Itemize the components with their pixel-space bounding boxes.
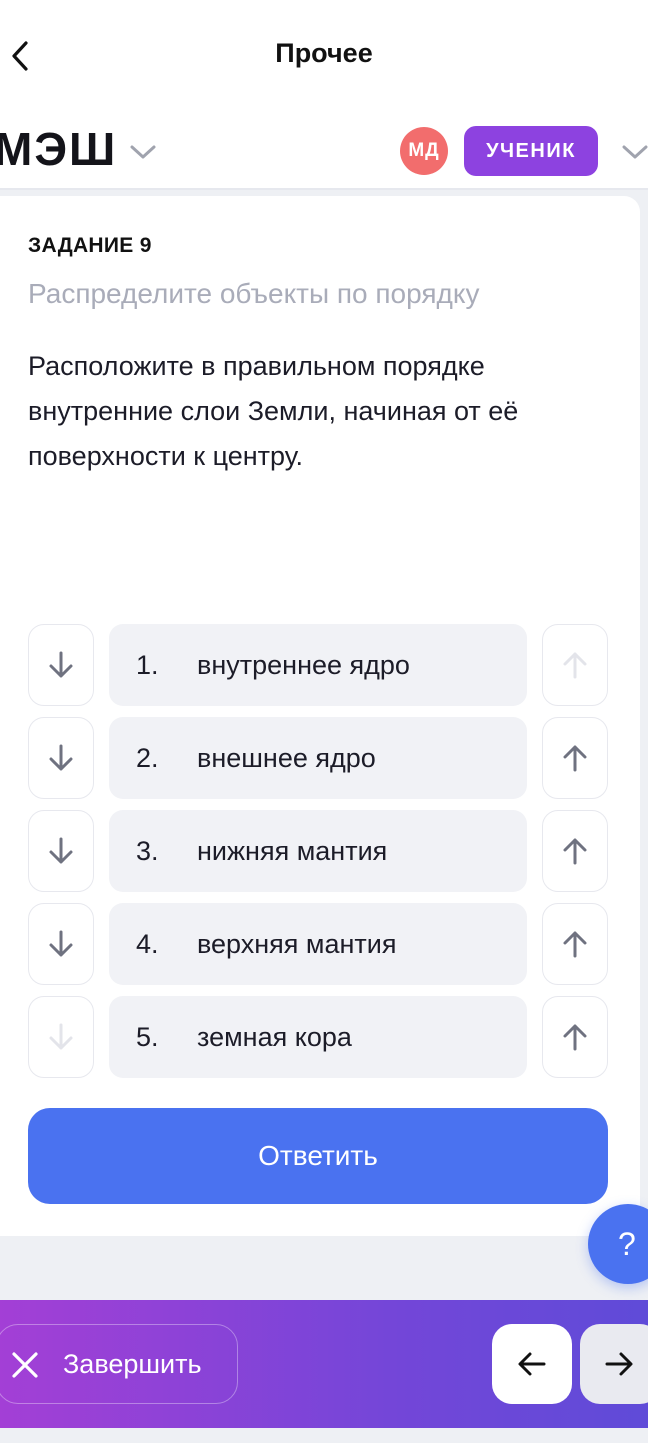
task-number: ЗАДАНИЕ 9: [28, 234, 152, 257]
next-button[interactable]: [580, 1324, 648, 1404]
order-item[interactable]: 4. верхняя мантия: [109, 903, 527, 985]
arrow-down-icon: [49, 744, 73, 771]
chevron-down-icon[interactable]: [128, 140, 158, 164]
order-item-label: нижняя мантия: [197, 835, 388, 866]
move-up-button[interactable]: [542, 903, 608, 985]
arrow-down-icon: [49, 837, 73, 864]
move-up-button[interactable]: [542, 717, 608, 799]
avatar[interactable]: МД: [400, 127, 448, 175]
order-item[interactable]: 1. внутреннее ядро: [109, 624, 527, 706]
move-down-button: [28, 996, 94, 1078]
move-up-button: [542, 624, 608, 706]
arrow-down-icon: [49, 651, 73, 678]
order-item-number: 3.: [136, 835, 159, 866]
order-item-row: 2. внешнее ядро: [28, 717, 608, 799]
arrow-left-icon: [518, 1352, 546, 1376]
order-item-label: верхняя мантия: [197, 928, 397, 959]
arrow-up-icon: [563, 1024, 587, 1051]
arrow-down-icon: [49, 1023, 73, 1050]
arrow-up-icon: [563, 838, 587, 865]
task-subtitle: Распределите объекты по порядку: [28, 278, 480, 309]
chevron-down-icon[interactable]: [620, 140, 648, 164]
order-item-label: внутреннее ядро: [197, 649, 410, 680]
order-item-row: 3. нижняя мантия: [28, 810, 608, 892]
previous-button[interactable]: [492, 1324, 572, 1404]
order-item-number: 1.: [136, 649, 159, 680]
move-up-button[interactable]: [542, 996, 608, 1078]
arrow-down-icon: [49, 930, 73, 957]
order-item-number: 2.: [136, 742, 159, 773]
move-down-button[interactable]: [28, 903, 94, 985]
order-item[interactable]: 3. нижняя мантия: [109, 810, 527, 892]
task-text: Расположите в правильном порядке внутрен…: [28, 351, 519, 471]
order-item-label: земная кора: [197, 1021, 352, 1052]
top-app-bar: Прочее: [0, 0, 648, 104]
order-item-label: внешнее ядро: [197, 742, 376, 773]
arrow-right-icon: [605, 1352, 633, 1376]
bottom-bar: Завершить: [0, 1300, 648, 1428]
arrow-up-icon: [563, 931, 587, 958]
move-down-button[interactable]: [28, 624, 94, 706]
role-badge[interactable]: УЧЕНИК: [464, 126, 598, 176]
order-item-row: 1. внутреннее ядро: [28, 624, 608, 706]
mesh-logo[interactable]: МЭШ: [0, 126, 117, 172]
brand-bar: МЭШ МД УЧЕНИК: [0, 104, 648, 190]
order-item-number: 4.: [136, 928, 159, 959]
order-item-row: 4. верхняя мантия: [28, 903, 608, 985]
submit-button[interactable]: Ответить: [28, 1108, 608, 1204]
move-up-button[interactable]: [542, 810, 608, 892]
order-item[interactable]: 2. внешнее ядро: [109, 717, 527, 799]
finish-label: Завершить: [63, 1349, 202, 1379]
close-icon: [12, 1352, 38, 1378]
task-card: ЗАДАНИЕ 9 Распределите объекты по порядк…: [0, 196, 640, 1236]
order-item[interactable]: 5. земная кора: [109, 996, 527, 1078]
move-down-button[interactable]: [28, 810, 94, 892]
arrow-up-icon: [563, 745, 587, 772]
move-down-button[interactable]: [28, 717, 94, 799]
order-item-number: 5.: [136, 1021, 159, 1052]
order-item-row: 5. земная кора: [28, 996, 608, 1078]
arrow-up-icon: [563, 652, 587, 679]
page-title: Прочее: [275, 38, 373, 68]
finish-button[interactable]: Завершить: [0, 1324, 238, 1404]
